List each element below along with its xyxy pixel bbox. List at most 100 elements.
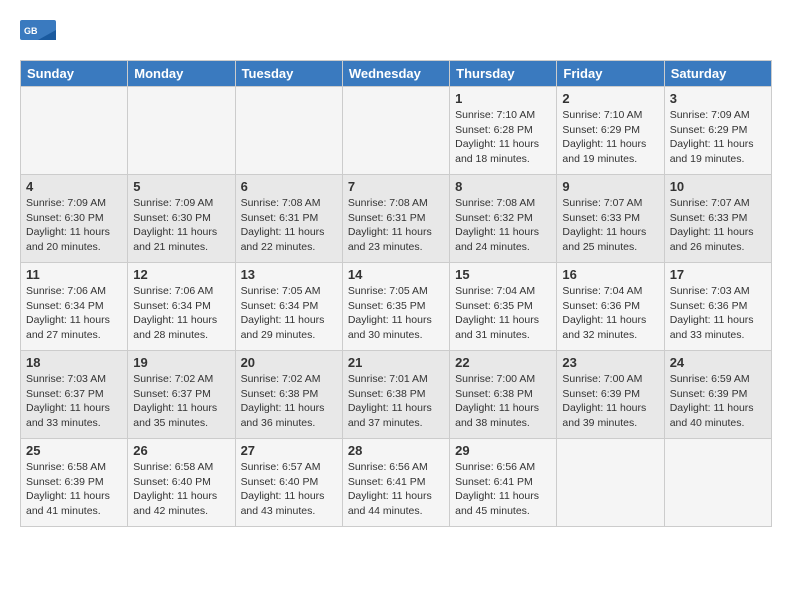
- header-wednesday: Wednesday: [342, 61, 449, 87]
- cell-content: Sunrise: 6:58 AM Sunset: 6:40 PM Dayligh…: [133, 460, 229, 519]
- day-number: 14: [348, 267, 444, 282]
- logo: GB: [20, 20, 60, 50]
- day-number: 5: [133, 179, 229, 194]
- calendar-cell: 11Sunrise: 7:06 AM Sunset: 6:34 PM Dayli…: [21, 263, 128, 351]
- calendar-cell: 26 Sunrise: 6:58 AM Sunset: 6:40 PM Dayli…: [128, 439, 235, 527]
- day-number: 21: [348, 355, 444, 370]
- cell-content: Sunrise: 6:56 AM Sunset: 6:41 PM Dayligh…: [348, 460, 444, 519]
- cell-content: Sunrise: 7:04 AM Sunset: 6:35 PM Dayligh…: [455, 284, 551, 343]
- week-row-2: 4 Sunrise: 7:09 AM Sunset: 6:30 PM Daylig…: [21, 175, 772, 263]
- calendar-cell: 20 Sunrise: 7:02 AM Sunset: 6:38 PM Dayli…: [235, 351, 342, 439]
- day-number: 7: [348, 179, 444, 194]
- cell-content: Sunrise: 7:08 AM Sunset: 6:31 PM Dayligh…: [348, 196, 444, 255]
- day-number: 28: [348, 443, 444, 458]
- cell-content: Sunrise: 7:09 AM Sunset: 6:29 PM Dayligh…: [670, 108, 766, 167]
- header-thursday: Thursday: [450, 61, 557, 87]
- day-number: 8: [455, 179, 551, 194]
- cell-content: Sunrise: 7:00 AM Sunset: 6:38 PM Dayligh…: [455, 372, 551, 431]
- week-row-5: 25 Sunrise: 6:58 AM Sunset: 6:39 PM Dayli…: [21, 439, 772, 527]
- day-number: 16: [562, 267, 658, 282]
- cell-content: Sunrise: 7:02 AM Sunset: 6:38 PM Dayligh…: [241, 372, 337, 431]
- calendar-cell: 25 Sunrise: 6:58 AM Sunset: 6:39 PM Dayli…: [21, 439, 128, 527]
- calendar-cell: 12 Sunrise: 7:06 AM Sunset: 6:34 PM Dayli…: [128, 263, 235, 351]
- day-number: 25: [26, 443, 122, 458]
- day-number: 6: [241, 179, 337, 194]
- cell-content: Sunrise: 7:05 AM Sunset: 6:34 PM Dayligh…: [241, 284, 337, 343]
- week-row-3: 11 Sunrise: 7:06 AM Sunset: 6:34 PM Dayli…: [21, 263, 772, 351]
- day-number: 22: [455, 355, 551, 370]
- cell-content: Sunrise: 7:01 AM Sunset: 6:38 PM Dayligh…: [348, 372, 444, 431]
- cell-content: Sunrise: 6:57 AM Sunset: 6:40 PM Dayligh…: [241, 460, 337, 519]
- cell-content: Sunrise: 7:07 AM Sunset: 6:33 PM Dayligh…: [562, 196, 658, 255]
- cell-content: Sunrise: 7:10 AM Sunset: 6:29 PM Dayligh…: [562, 108, 658, 167]
- cell-content: Sunrise: 7:05 AM Sunset: 6:35 PM Dayligh…: [348, 284, 444, 343]
- calendar-cell: 24Sunrise: 6:59 AM Sunset: 6:39 PM Dayli…: [664, 351, 771, 439]
- cell-content: Sunrise: 7:08 AM Sunset: 6:32 PM Dayligh…: [455, 196, 551, 255]
- day-number: 12: [133, 267, 229, 282]
- cell-content: Sunrise: 7:10 AM Sunset: 6:28 PM Dayligh…: [455, 108, 551, 167]
- calendar-cell: 3 Sunrise: 7:09 AM Sunset: 6:29 PM Daylig…: [664, 87, 771, 175]
- calendar-cell: 4 Sunrise: 7:09 AM Sunset: 6:30 PM Daylig…: [21, 175, 128, 263]
- page-header: GB: [20, 20, 772, 50]
- calendar-cell: 16 Sunrise: 7:04 AM Sunset: 6:36 PM Dayli…: [557, 263, 664, 351]
- week-row-4: 18 Sunrise: 7:03 AM Sunset: 6:37 PM Dayli…: [21, 351, 772, 439]
- calendar-cell: 28 Sunrise: 6:56 AM Sunset: 6:41 PM Dayli…: [342, 439, 449, 527]
- cell-content: Sunrise: 7:07 AM Sunset: 6:33 PM Dayligh…: [670, 196, 766, 255]
- week-row-1: 1 Sunrise: 7:10 AM Sunset: 6:28 PM Daylig…: [21, 87, 772, 175]
- calendar-cell: [128, 87, 235, 175]
- day-number: 1: [455, 91, 551, 106]
- day-number: 2: [562, 91, 658, 106]
- day-number: 27: [241, 443, 337, 458]
- cell-content: Sunrise: 7:04 AM Sunset: 6:36 PM Dayligh…: [562, 284, 658, 343]
- calendar-cell: 29 Sunrise: 6:56 AM Sunset: 6:41 PM Dayli…: [450, 439, 557, 527]
- calendar-cell: 1 Sunrise: 7:10 AM Sunset: 6:28 PM Daylig…: [450, 87, 557, 175]
- header-monday: Monday: [128, 61, 235, 87]
- calendar-cell: [664, 439, 771, 527]
- cell-content: Sunrise: 7:03 AM Sunset: 6:36 PM Dayligh…: [670, 284, 766, 343]
- cell-content: Sunrise: 7:09 AM Sunset: 6:30 PM Dayligh…: [133, 196, 229, 255]
- cell-content: Sunrise: 7:06 AM Sunset: 6:34 PM Dayligh…: [133, 284, 229, 343]
- calendar-cell: 9 Sunrise: 7:07 AM Sunset: 6:33 PM Daylig…: [557, 175, 664, 263]
- calendar-cell: 13 Sunrise: 7:05 AM Sunset: 6:34 PM Dayli…: [235, 263, 342, 351]
- calendar-cell: 17Sunrise: 7:03 AM Sunset: 6:36 PM Dayli…: [664, 263, 771, 351]
- cell-content: Sunrise: 7:09 AM Sunset: 6:30 PM Dayligh…: [26, 196, 122, 255]
- day-number: 29: [455, 443, 551, 458]
- day-number: 9: [562, 179, 658, 194]
- calendar-table: SundayMondayTuesdayWednesdayThursdayFrid…: [20, 60, 772, 527]
- day-number: 15: [455, 267, 551, 282]
- cell-content: Sunrise: 6:58 AM Sunset: 6:39 PM Dayligh…: [26, 460, 122, 519]
- calendar-cell: 7 Sunrise: 7:08 AM Sunset: 6:31 PM Daylig…: [342, 175, 449, 263]
- calendar-cell: 8 Sunrise: 7:08 AM Sunset: 6:32 PM Daylig…: [450, 175, 557, 263]
- day-number: 13: [241, 267, 337, 282]
- day-number: 18: [26, 355, 122, 370]
- day-number: 4: [26, 179, 122, 194]
- day-number: 3: [670, 91, 766, 106]
- day-number: 10: [670, 179, 766, 194]
- day-number: 20: [241, 355, 337, 370]
- header-saturday: Saturday: [664, 61, 771, 87]
- calendar-cell: 19 Sunrise: 7:02 AM Sunset: 6:37 PM Dayli…: [128, 351, 235, 439]
- cell-content: Sunrise: 7:02 AM Sunset: 6:37 PM Dayligh…: [133, 372, 229, 431]
- calendar-cell: [235, 87, 342, 175]
- day-number: 19: [133, 355, 229, 370]
- day-number: 11: [26, 267, 122, 282]
- logo-icon: GB: [20, 20, 56, 50]
- header-tuesday: Tuesday: [235, 61, 342, 87]
- calendar-cell: 14 Sunrise: 7:05 AM Sunset: 6:35 PM Dayli…: [342, 263, 449, 351]
- svg-text:GB: GB: [24, 26, 38, 36]
- calendar-cell: 5 Sunrise: 7:09 AM Sunset: 6:30 PM Daylig…: [128, 175, 235, 263]
- cell-content: Sunrise: 7:00 AM Sunset: 6:39 PM Dayligh…: [562, 372, 658, 431]
- cell-content: Sunrise: 6:56 AM Sunset: 6:41 PM Dayligh…: [455, 460, 551, 519]
- calendar-cell: 22 Sunrise: 7:00 AM Sunset: 6:38 PM Dayli…: [450, 351, 557, 439]
- cell-content: Sunrise: 6:59 AM Sunset: 6:39 PM Dayligh…: [670, 372, 766, 431]
- header-sunday: Sunday: [21, 61, 128, 87]
- day-number: 26: [133, 443, 229, 458]
- cell-content: Sunrise: 7:08 AM Sunset: 6:31 PM Dayligh…: [241, 196, 337, 255]
- calendar-cell: [342, 87, 449, 175]
- calendar-cell: 2 Sunrise: 7:10 AM Sunset: 6:29 PM Daylig…: [557, 87, 664, 175]
- calendar-cell: [557, 439, 664, 527]
- calendar-cell: 27 Sunrise: 6:57 AM Sunset: 6:40 PM Dayli…: [235, 439, 342, 527]
- cell-content: Sunrise: 7:03 AM Sunset: 6:37 PM Dayligh…: [26, 372, 122, 431]
- day-number: 23: [562, 355, 658, 370]
- calendar-cell: 10 Sunrise: 7:07 AM Sunset: 6:33 PM Dayli…: [664, 175, 771, 263]
